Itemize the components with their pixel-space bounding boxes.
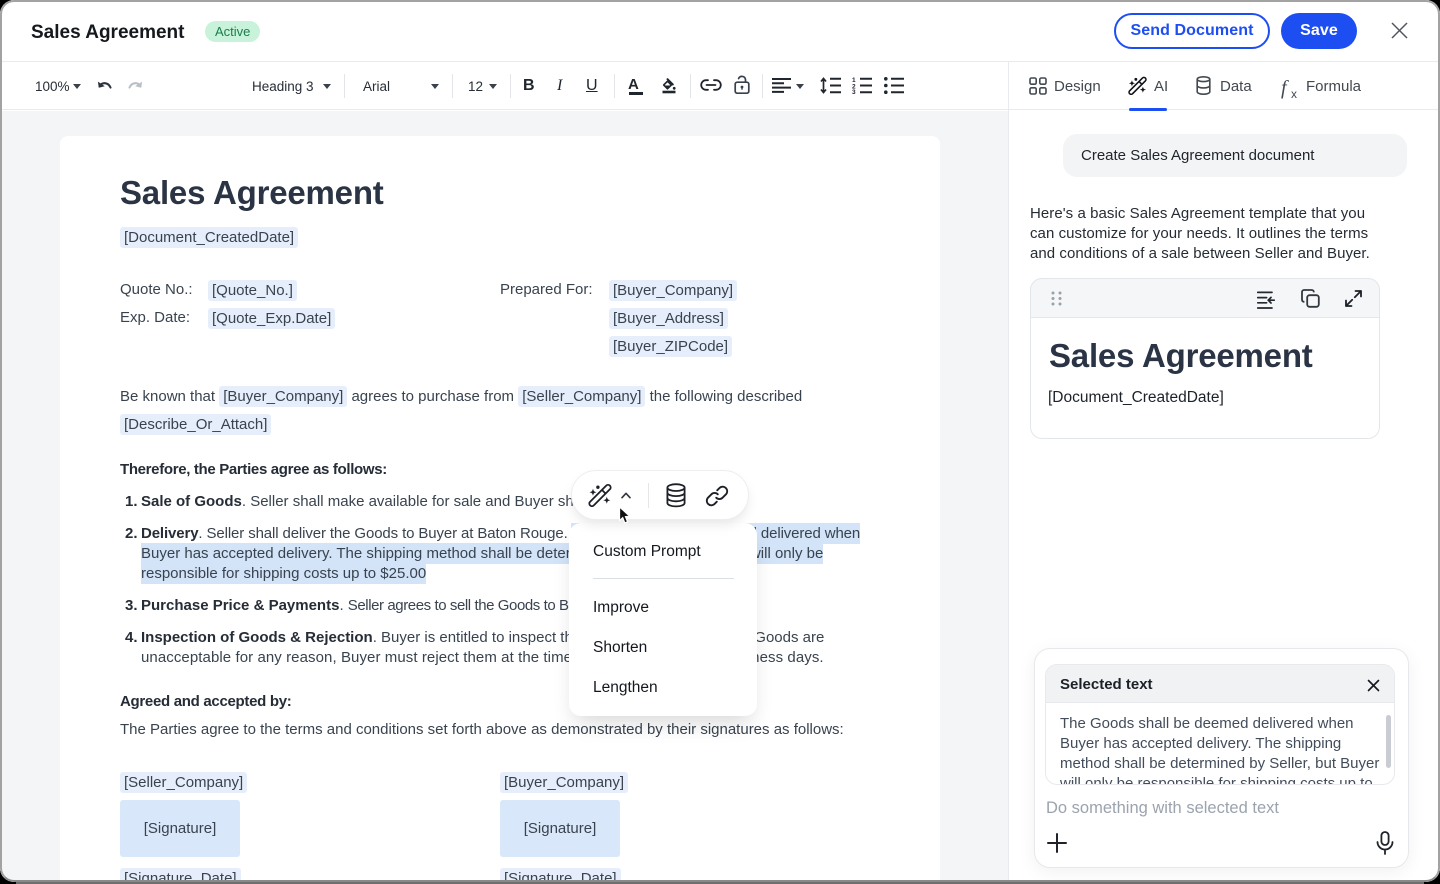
svg-text:3: 3 xyxy=(852,89,856,94)
